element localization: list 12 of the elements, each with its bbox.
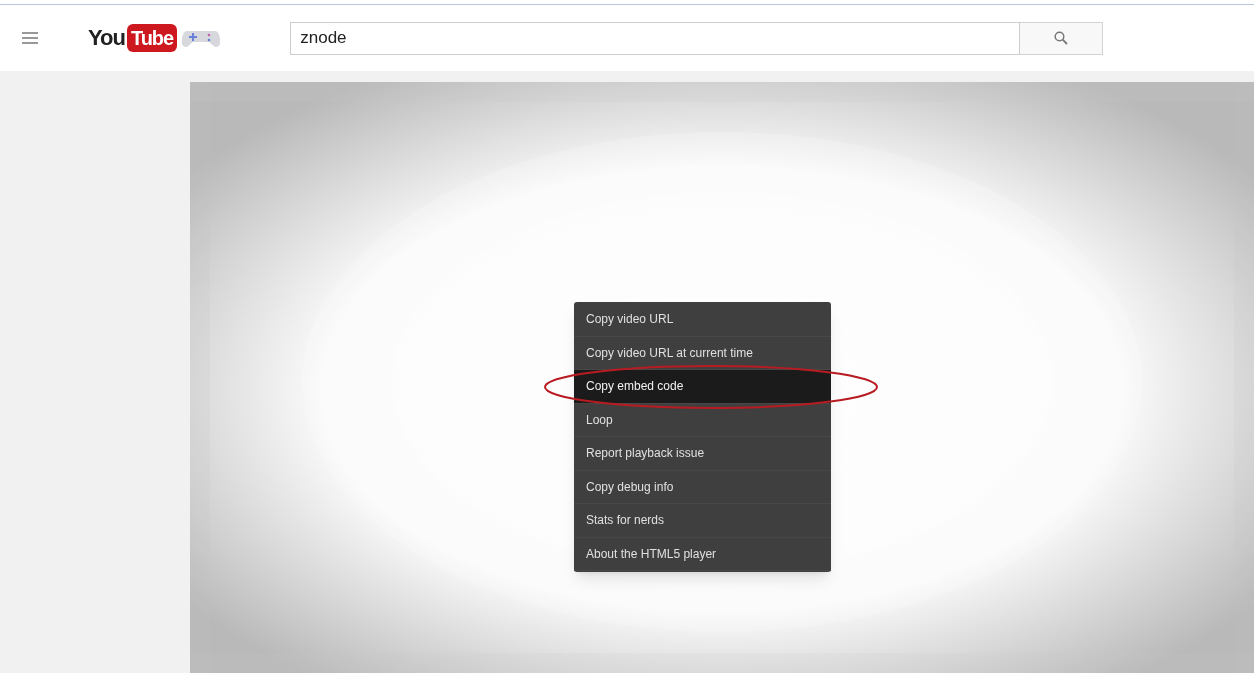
menu-item[interactable]: Report playback issue <box>574 437 831 471</box>
menu-item[interactable]: Copy debug info <box>574 470 831 504</box>
search-button[interactable] <box>1020 21 1104 55</box>
search-field[interactable]: znode <box>290 21 1021 55</box>
search-icon <box>1054 31 1069 45</box>
menu-icon[interactable] <box>22 32 38 44</box>
menu-item[interactable]: Stats for nerds <box>574 504 831 538</box>
menu-item[interactable]: About the HTML5 player <box>574 537 831 571</box>
menu-item[interactable]: Copy video URL <box>574 303 831 337</box>
logo[interactable]: You Tube <box>88 24 222 52</box>
menu-item[interactable]: Copy embed code <box>574 370 831 404</box>
menu-item[interactable]: Loop <box>574 403 831 437</box>
